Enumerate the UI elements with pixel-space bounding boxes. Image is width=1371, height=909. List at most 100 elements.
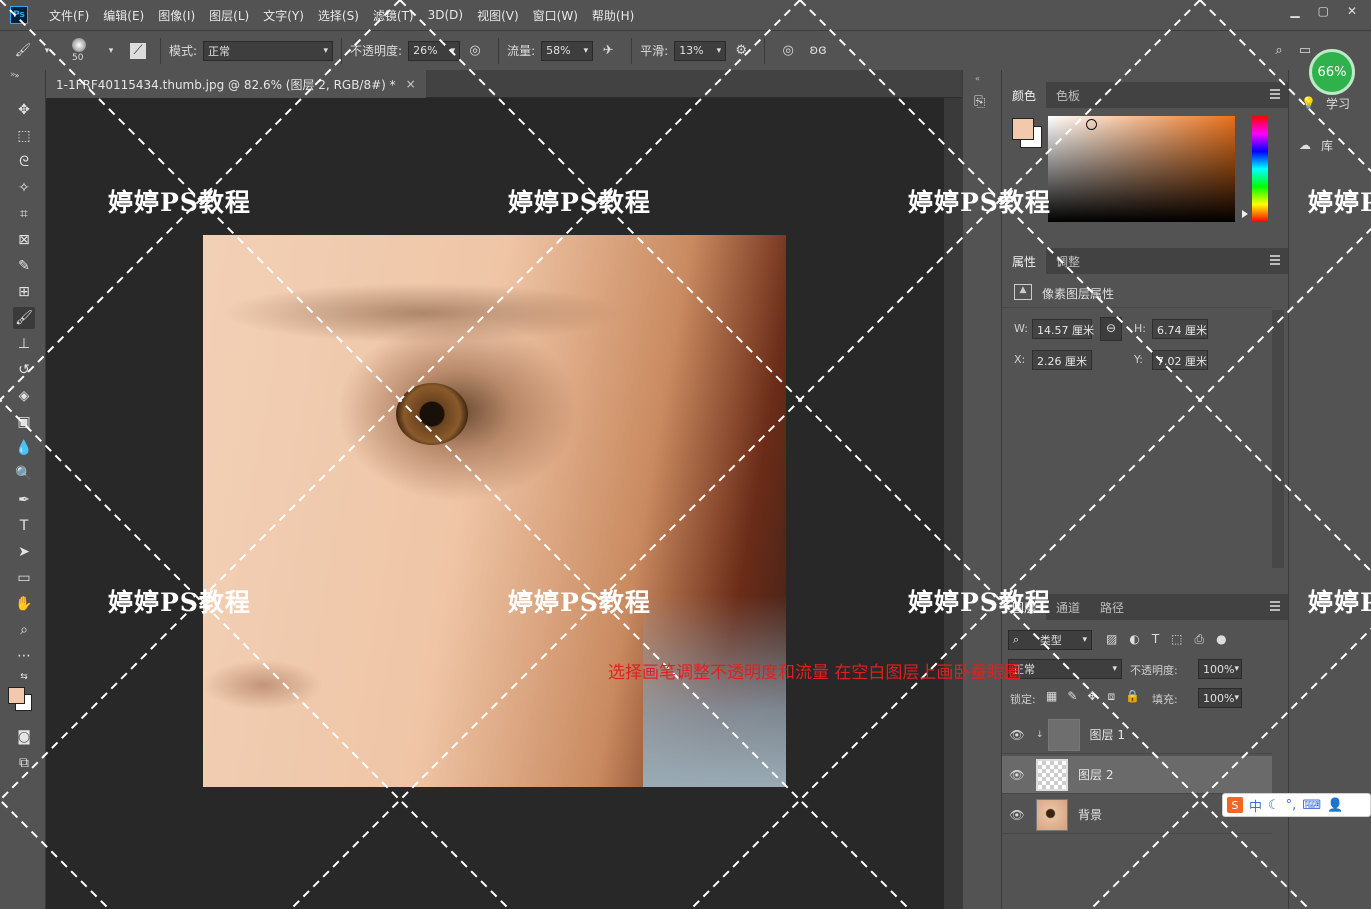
lock-all-icon[interactable]: 🔒 [1125, 689, 1140, 704]
more-tools-icon[interactable]: ⋯ [13, 645, 35, 667]
punctuation-icon[interactable]: °, [1286, 798, 1297, 813]
move-tool-icon[interactable]: ✥ [13, 99, 35, 121]
height-field[interactable]: 6.74 厘米 [1152, 319, 1208, 339]
type-tool-icon[interactable]: T [13, 515, 35, 537]
color-picker-cursor[interactable] [1086, 119, 1097, 130]
close-icon[interactable]: ✕ [1347, 4, 1357, 18]
tab-properties[interactable]: 属性 [1002, 248, 1047, 274]
quick-mask-icon[interactable]: ◙ [13, 726, 35, 748]
lock-position-icon[interactable]: ✥ [1087, 689, 1097, 704]
clone-stamp-icon[interactable]: ⊥ [13, 333, 35, 355]
library-item[interactable]: ☁ 库 [1289, 132, 1371, 158]
chevron-down-icon[interactable]: ▾ [102, 42, 120, 60]
layer-opacity-field[interactable]: 100% ▾ [1198, 659, 1242, 679]
frame-tool-icon[interactable]: ⊠ [13, 229, 35, 251]
foreground-color-swatch[interactable] [8, 687, 25, 704]
collapse-icon[interactable]: » [10, 70, 16, 80]
keyboard-icon[interactable]: ⌨ [1302, 798, 1321, 813]
minimize-icon[interactable]: ▁ [1290, 4, 1299, 18]
menu-window[interactable]: 窗口(W) [526, 7, 585, 24]
lasso-tool-icon[interactable]: ᘓ [13, 151, 35, 173]
panel-menu-icon[interactable] [1270, 601, 1280, 611]
swap-colors-icon[interactable]: ⇆ [13, 670, 35, 684]
tab-paths[interactable]: 路径 [1090, 594, 1134, 620]
lock-transparency-icon[interactable]: ▦ [1046, 689, 1057, 704]
path-selection-icon[interactable]: ➤ [13, 541, 35, 563]
crop-tool-icon[interactable]: ⌗ [13, 203, 35, 225]
menu-3d[interactable]: 3D(D) [421, 8, 470, 22]
user-icon[interactable]: 👤 [1327, 798, 1343, 813]
history-panel-icon[interactable]: ⎘ [974, 94, 985, 110]
opacity-field[interactable]: 26% ▾ [408, 40, 461, 61]
moon-icon[interactable]: ☾ [1268, 798, 1280, 813]
ime-toolbar[interactable]: S 中 ☾ °, ⌨ 👤 [1222, 793, 1371, 817]
visibility-eye-icon[interactable]: 👁 [1002, 808, 1032, 822]
tab-color[interactable]: 颜色 [1002, 82, 1047, 108]
lock-artboard-icon[interactable]: ⧈ [1107, 689, 1115, 704]
smoothing-field[interactable]: 13% ▾ [674, 40, 727, 61]
filter-smart-object-icon[interactable]: ⎙ [1195, 632, 1205, 647]
pressure-opacity-icon[interactable]: ◎ [466, 42, 484, 60]
color-picker-field[interactable] [1048, 116, 1235, 222]
maximize-icon[interactable]: ▢ [1318, 4, 1329, 18]
pen-tool-icon[interactable]: ✒ [13, 489, 35, 511]
filter-shape-icon[interactable]: ⬚ [1171, 632, 1182, 647]
hue-slider-handle[interactable] [1242, 210, 1248, 218]
link-dimensions-icon[interactable]: ⊖ [1100, 317, 1122, 341]
magic-wand-icon[interactable]: ✧ [13, 177, 35, 199]
close-tab-icon[interactable]: × [406, 77, 416, 91]
screen-mode-icon[interactable]: ⧉ [13, 752, 35, 774]
tab-channels[interactable]: 通道 [1046, 594, 1090, 620]
menu-edit[interactable]: 编辑(E) [96, 7, 151, 24]
layer-row-2[interactable]: 👁 图层 2 [1002, 756, 1272, 794]
filter-type-icon[interactable]: T [1152, 632, 1159, 647]
canvas-scrollbar[interactable] [944, 98, 962, 909]
filter-adjustment-icon[interactable]: ◐ [1129, 632, 1139, 647]
brush-settings-icon[interactable]: ⟋ [130, 42, 146, 59]
hand-tool-icon[interactable]: ✋ [13, 593, 35, 615]
brush-preset-picker[interactable]: 50 [64, 36, 94, 66]
menu-type[interactable]: 文字(Y) [256, 7, 311, 24]
menu-file[interactable]: 文件(F) [42, 7, 96, 24]
visibility-eye-icon[interactable]: 👁 [1002, 768, 1032, 782]
airbrush-icon[interactable]: ✈ [599, 42, 617, 60]
eraser-icon[interactable]: ◈ [13, 385, 35, 407]
chevron-down-icon[interactable]: ▾ [38, 42, 56, 60]
tab-swatches[interactable]: 色板 [1046, 82, 1090, 108]
menu-help[interactable]: 帮助(H) [585, 7, 641, 24]
menu-filter[interactable]: 滤镜(T) [366, 7, 421, 24]
blur-tool-icon[interactable]: 💧 [13, 437, 35, 459]
history-brush-icon[interactable]: ↺ [13, 359, 35, 381]
tab-adjustments[interactable]: 调整 [1046, 248, 1090, 274]
symmetry-butterfly-icon[interactable]: ʚɞ [809, 42, 827, 60]
menu-image[interactable]: 图像(I) [151, 7, 202, 24]
flow-field[interactable]: 58% ▾ [541, 40, 594, 61]
mode-select[interactable]: 正常 ▾ [203, 40, 334, 61]
brush-tool-icon[interactable]: 🖌 [14, 42, 32, 60]
pressure-size-icon[interactable]: ◎ [779, 42, 797, 60]
search-icon[interactable]: ⌕ [1270, 42, 1288, 60]
panel-menu-icon[interactable] [1270, 89, 1280, 99]
filter-pixel-icon[interactable]: ▨ [1106, 632, 1117, 647]
collapse-icon[interactable]: « [975, 74, 980, 83]
tab-layers[interactable]: 图层 [1002, 594, 1047, 620]
y-field[interactable]: 7.02 厘米 [1152, 350, 1208, 370]
menu-view[interactable]: 视图(V) [470, 7, 526, 24]
smoothing-options-gear-icon[interactable]: ⚙ [732, 42, 750, 60]
lock-pixels-icon[interactable]: ✎ [1067, 689, 1077, 704]
marquee-tool-icon[interactable]: ⬚ [13, 125, 35, 147]
rectangle-tool-icon[interactable]: ▭ [13, 567, 35, 589]
layer-filter-select[interactable]: ⌕ 类型 ▾ [1008, 630, 1092, 650]
color-panel-foreground-swatch[interactable] [1012, 118, 1034, 140]
panel-menu-icon[interactable] [1270, 255, 1280, 265]
document-tab[interactable]: 1-1FRF40115434.thumb.jpg @ 82.6% (图层 2, … [46, 70, 426, 98]
zoom-tool-icon[interactable]: ⌕ [13, 619, 35, 641]
workspace-icon[interactable]: ▭ [1296, 42, 1314, 60]
menu-layer[interactable]: 图层(L) [202, 7, 256, 24]
hue-slider[interactable] [1252, 116, 1268, 222]
ime-language[interactable]: 中 [1249, 796, 1262, 815]
menu-select[interactable]: 选择(S) [311, 7, 366, 24]
layer-row-1[interactable]: 👁 ↓ 图层 1 [1002, 716, 1272, 754]
filter-toggle-icon[interactable]: ● [1216, 632, 1226, 647]
healing-brush-icon[interactable]: ⊞ [13, 281, 35, 303]
